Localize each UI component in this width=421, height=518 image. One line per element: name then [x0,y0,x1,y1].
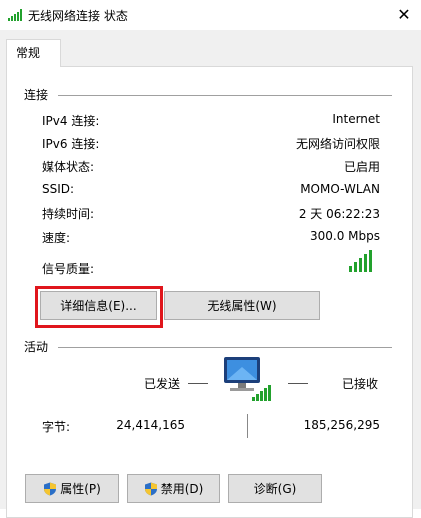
bytes-label: 字节: [42,420,71,434]
signal-bar [364,254,367,272]
close-button[interactable]: ✕ [392,3,416,27]
details-button-highlight [35,286,163,328]
properties-button-label: 属性(P) [60,482,101,496]
signal-strength-icon [349,250,375,272]
wifi-signal-icon [8,9,22,21]
bytes-divider [247,414,248,438]
signal-quality-label: 信号质量: [42,262,95,276]
network-computer-icon [224,357,271,401]
sent-label: 已发送 [144,377,181,391]
connection-separator [58,95,392,96]
connection-group-label: 连接 [24,88,49,102]
signal-bar [349,266,352,272]
activity-separator [58,347,392,348]
window-title: 无线网络连接 状态 [28,9,128,23]
wireless-properties-button[interactable]: 无线属性(W) [164,291,320,320]
properties-button[interactable]: 属性(P) [25,474,119,503]
ssid-value: MOMO-WLAN [300,182,380,196]
tab-general-label: 常规 [16,46,41,60]
media-state-label: 媒体状态: [42,160,95,174]
bytes-received-value: 185,256,295 [303,418,380,432]
activity-group-label: 活动 [24,340,49,354]
media-state-value: 已启用 [343,160,380,174]
disable-button-label: 禁用(D) [160,482,204,496]
uac-shield-icon [144,482,157,495]
speed-value: 300.0 Mbps [309,229,380,243]
sent-dash [188,383,208,384]
signal-bar [359,258,362,272]
ipv6-value: 无网络访问权限 [295,137,380,151]
ipv4-label: IPv4 连接: [42,114,100,128]
bytes-sent-value: 24,414,165 [116,418,185,432]
duration-label: 持续时间: [42,207,95,221]
duration-value: 2 天 06:22:23 [298,207,380,221]
ssid-label: SSID: [42,182,75,196]
ipv4-value: Internet [332,112,380,126]
received-label: 已接收 [342,377,379,391]
ipv6-label: IPv6 连接: [42,137,100,151]
disable-button[interactable]: 禁用(D) [127,474,220,503]
signal-bar [369,250,372,272]
uac-shield-icon [44,482,57,495]
speed-label: 速度: [42,231,71,245]
signal-bar [354,262,357,272]
diagnose-button[interactable]: 诊断(G) [228,474,322,503]
received-dash [288,383,308,384]
